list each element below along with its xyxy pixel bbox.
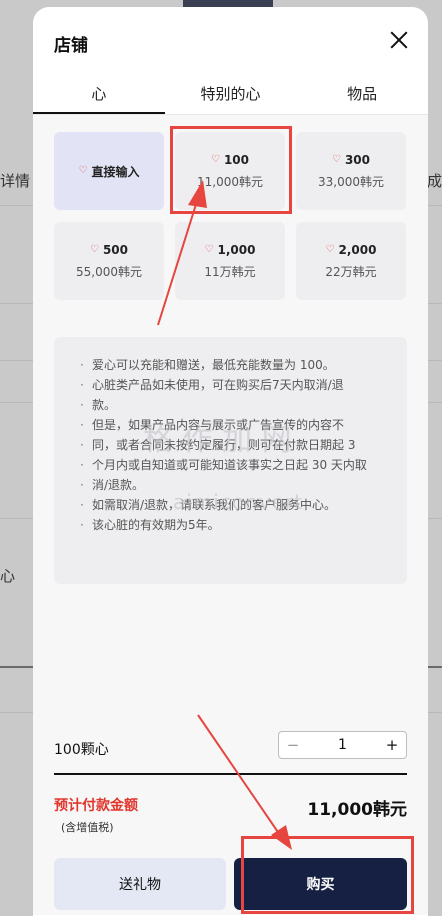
close-icon[interactable] (388, 29, 410, 51)
tile-amount: 直接输入 (91, 164, 140, 179)
tab-special-heart[interactable]: 特别的心 (165, 73, 297, 114)
tile-100[interactable]: ♡ 100 11,000韩元 (175, 132, 285, 210)
tile-direct-input[interactable]: ♡ 直接输入 (54, 132, 164, 210)
tile-amount: 2,000 (338, 242, 377, 257)
heart-icon: ♡ (78, 165, 88, 176)
notice-line: 心脏类产品如未使用，可在购买后7天内取消/退 (80, 375, 391, 395)
notice-line-cont: 同，或者合同未按约定履行，则可在付款日期起 3 (80, 435, 391, 455)
tab-items[interactable]: 物品 (296, 73, 428, 114)
tile-amount: 1,000 (217, 242, 256, 257)
notice-line-cont: 消/退款。 (80, 475, 391, 495)
tile-price: 22万韩元 (325, 264, 377, 279)
total-vat-note: (含增值税) (61, 821, 114, 834)
tile-price: 33,000韩元 (318, 174, 384, 189)
heart-icon: ♡ (325, 243, 335, 255)
notice-line: 爱心可以充能和赠送，最低充能数量为 100。 (80, 355, 391, 375)
quantity-label: 100颗心 (54, 742, 109, 758)
tile-amount: 100 (223, 152, 250, 167)
shop-content: ♡ 直接输入 ♡ 100 11,000韩元 ♡ 300 33,000韩元 ♡ 500 5… (33, 115, 428, 915)
background-text-right: 成 (426, 172, 442, 190)
tile-price: 55,000韩元 (76, 264, 142, 279)
tile-amount: 300 (344, 152, 371, 167)
notice-line: 但是，如果产品内容与展示或广告宣传的内容不 (80, 415, 391, 435)
quantity-stepper: − 1 + (278, 731, 407, 759)
gift-button[interactable]: 送礼物 (54, 858, 226, 910)
notice-box: 爱心可以充能和赠送，最低充能数量为 100。 心脏类产品如未使用，可在购买后7天… (54, 337, 407, 584)
tile-300[interactable]: ♡ 300 33,000韩元 (296, 132, 406, 210)
plus-button[interactable]: + (378, 736, 406, 754)
quantity-value[interactable]: 1 (307, 737, 378, 753)
background-text-heart: 心 (0, 567, 16, 585)
heart-icon: ♡ (89, 243, 99, 255)
total-label: 预计付款金额 (54, 798, 138, 814)
tab-bar: 心 特别的心 物品 (33, 73, 428, 115)
total-amount: 11,000韩元 (307, 800, 407, 820)
tile-1000[interactable]: ♡ 1,000 11万韩元 (175, 222, 285, 300)
heart-icon: ♡ (331, 153, 341, 165)
tab-heart[interactable]: 心 (33, 73, 165, 114)
heart-package-grid: ♡ 直接输入 ♡ 100 11,000韩元 ♡ 300 33,000韩元 ♡ 500 5… (54, 132, 407, 300)
heart-icon: ♡ (210, 153, 220, 165)
notice-line: 该心脏的有效期为5年。 (80, 515, 391, 535)
modal-header: 店铺 (33, 7, 428, 73)
notice-line: 如需取消/退款，请联系我们的客户服务中心。 (80, 495, 391, 515)
tile-2000[interactable]: ♡ 2,000 22万韩元 (296, 222, 406, 300)
tile-price: 11,000韩元 (197, 174, 263, 189)
modal-title: 店铺 (54, 36, 88, 56)
heart-icon: ♡ (204, 243, 214, 255)
notice-line-cont: 个月内或自知道或可能知道该事实之日起 30 天内取 (80, 455, 391, 475)
quantity-row: 100颗心 − 1 + (54, 729, 407, 769)
buy-button[interactable]: 购买 (234, 858, 407, 910)
tile-500[interactable]: ♡ 500 55,000韩元 (54, 222, 164, 300)
shop-modal: 店铺 心 特别的心 物品 ♡ 直接输入 ♡ 100 11,000韩元 ♡ 300 33… (33, 7, 428, 916)
background-text-detail: 详情 (0, 172, 31, 190)
total-divider (54, 773, 407, 775)
notice-line-cont: 款。 (80, 395, 391, 415)
minus-button[interactable]: − (279, 736, 307, 754)
tile-price: 11万韩元 (204, 264, 256, 279)
tile-amount: 500 (102, 242, 129, 257)
